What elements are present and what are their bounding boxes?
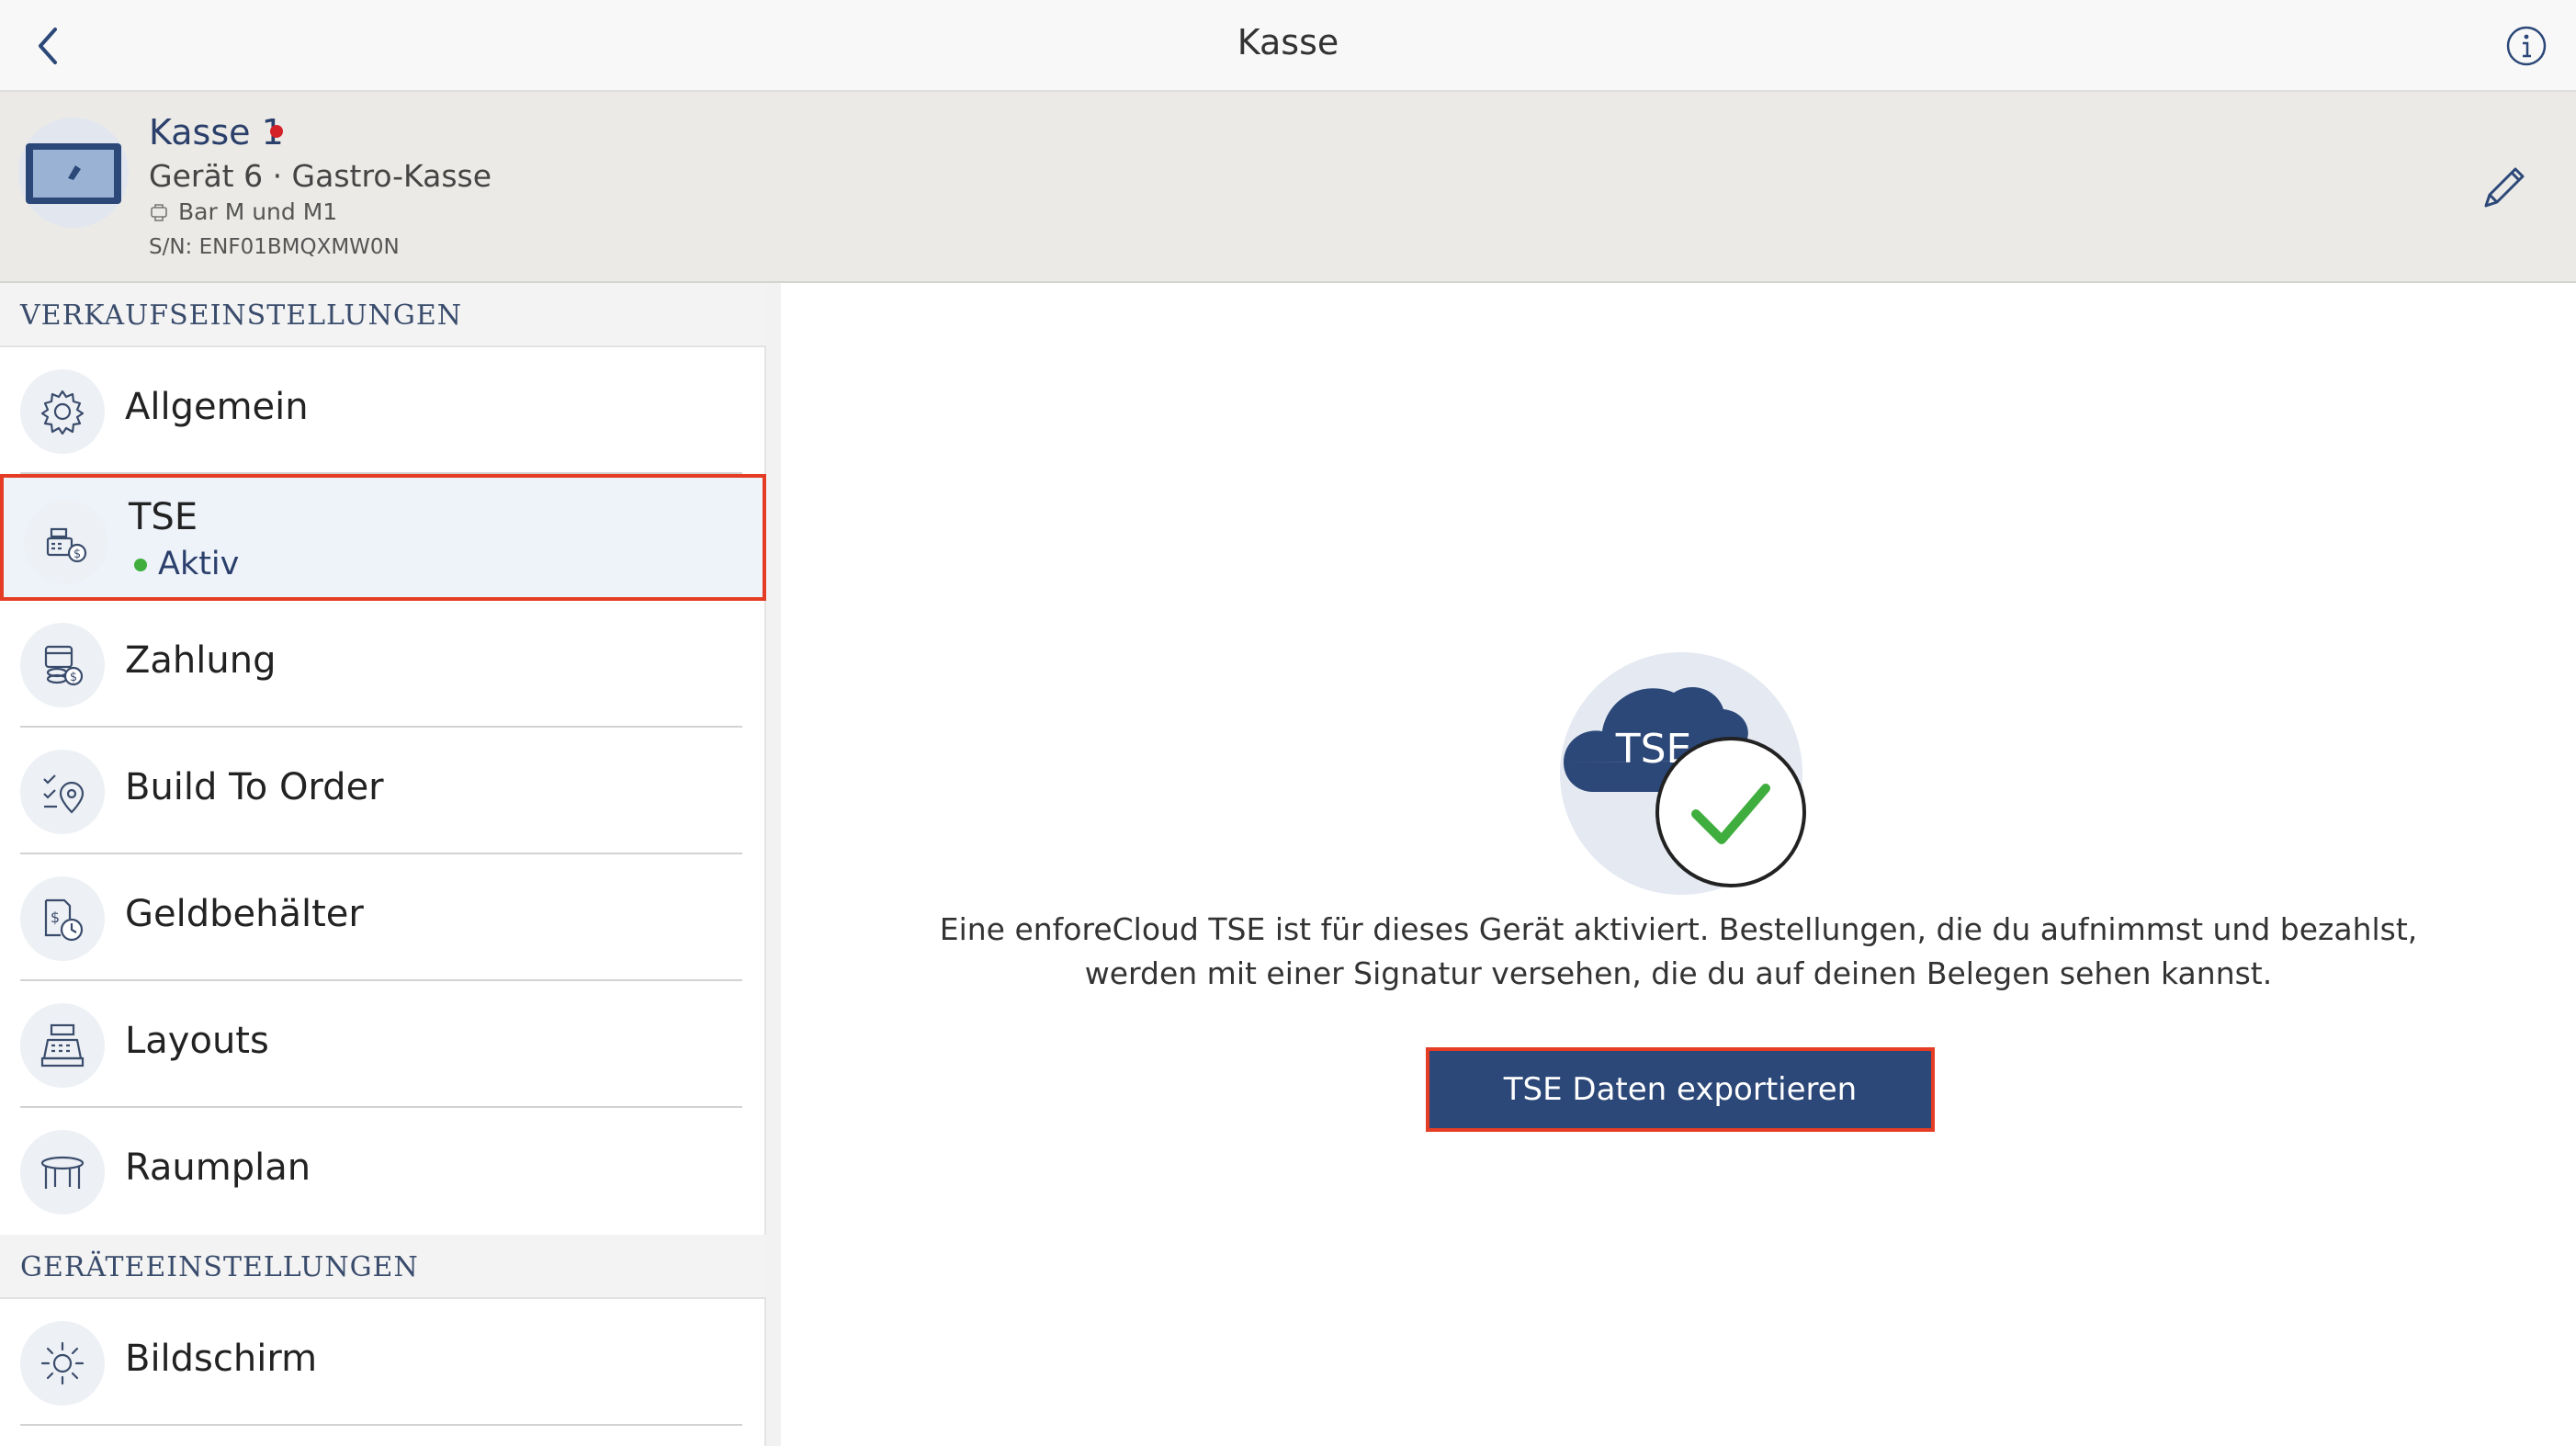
sidebar-item-label: Allgemein	[125, 386, 309, 428]
sidebar-item-bildschirm[interactable]: Bildschirm	[0, 1299, 766, 1426]
section-header-device: GERÄTEEINSTELLUNGEN	[0, 1235, 766, 1299]
sidebar-item-build-to-order[interactable]: Build To Order	[0, 728, 766, 854]
sidebar-item-label: Bildschirm	[125, 1338, 318, 1380]
active-status-dot	[134, 559, 147, 571]
info-icon[interactable]	[2504, 24, 2548, 68]
sidebar-item-tse[interactable]: $ TSE Aktiv	[0, 474, 766, 601]
sidebar-item-label: Layouts	[125, 1020, 269, 1062]
section-header-device-label: GERÄTEEINSTELLUNGEN	[20, 1251, 419, 1283]
gear-icon	[20, 369, 105, 454]
sidebar-item-raumplan[interactable]: Raumplan	[0, 1108, 766, 1235]
section-header-sales-label: VERKAUFSEINSTELLUNGEN	[20, 299, 462, 332]
sidebar-item-allgemein[interactable]: Allgemein	[0, 347, 766, 474]
export-tse-data-button[interactable]: TSE Daten exportieren	[1426, 1047, 1935, 1132]
cash-register-tax-icon: $	[24, 500, 108, 584]
sidebar-item-label: Zahlung	[125, 639, 277, 682]
section-header-sales: VERKAUFSEINSTELLUNGEN	[0, 283, 766, 347]
sun-brightness-icon	[20, 1321, 105, 1406]
sidebar-item-label: Build To Order	[125, 766, 384, 808]
money-clock-icon: $	[20, 876, 105, 961]
page-title: Kasse	[1237, 22, 1339, 62]
tse-description: Eine enforeCloud TSE ist für dieses Gerä…	[939, 911, 2418, 991]
printer-location-icon	[149, 202, 171, 224]
sidebar-item-layouts[interactable]: Layouts	[0, 981, 766, 1108]
device-name: Kasse 1	[149, 112, 284, 153]
device-serial-number: S/N: ENF01BMQXMW0N	[149, 235, 400, 259]
sidebar-item-label: Raumplan	[125, 1147, 311, 1189]
sidebar-item-label: Geldbehälter	[125, 893, 364, 935]
device-subtitle: Gerät 6 · Gastro-Kasse	[149, 158, 492, 194]
device-header: Kasse 1 Gerät 6 · Gastro-Kasse Bar M und…	[0, 92, 2576, 283]
checklist-pin-icon	[20, 750, 105, 834]
svg-text:$: $	[70, 671, 77, 684]
tse-cloud-check-illustration: TSE	[1553, 632, 1828, 908]
device-status-dot	[270, 125, 283, 138]
sidebar-item-zahlung[interactable]: $ Zahlung	[0, 601, 766, 728]
svg-text:$: $	[73, 548, 81, 561]
cash-register-icon	[20, 1003, 105, 1088]
sidebar-item-geldbehaelter[interactable]: $ Geldbehälter	[0, 854, 766, 981]
divider	[20, 1424, 742, 1426]
device-avatar	[18, 118, 129, 228]
tablet-icon	[26, 143, 121, 204]
top-navigation-bar: Kasse	[0, 0, 2576, 92]
table-icon	[20, 1130, 105, 1214]
settings-sidebar: VERKAUFSEINSTELLUNGEN Allgemein $ TSE Ak…	[0, 283, 766, 1446]
tse-detail-panel: TSE Eine enforeCloud TSE ist für dieses …	[781, 283, 2576, 1446]
device-location: Bar M und M1	[178, 198, 338, 225]
svg-text:$: $	[51, 909, 60, 926]
coins-payment-icon: $	[20, 623, 105, 707]
sidebar-item-label: TSE	[129, 496, 198, 538]
pane-divider	[766, 283, 781, 1446]
pencil-edit-icon[interactable]	[2477, 160, 2532, 215]
tse-status-text: Aktiv	[158, 546, 240, 582]
